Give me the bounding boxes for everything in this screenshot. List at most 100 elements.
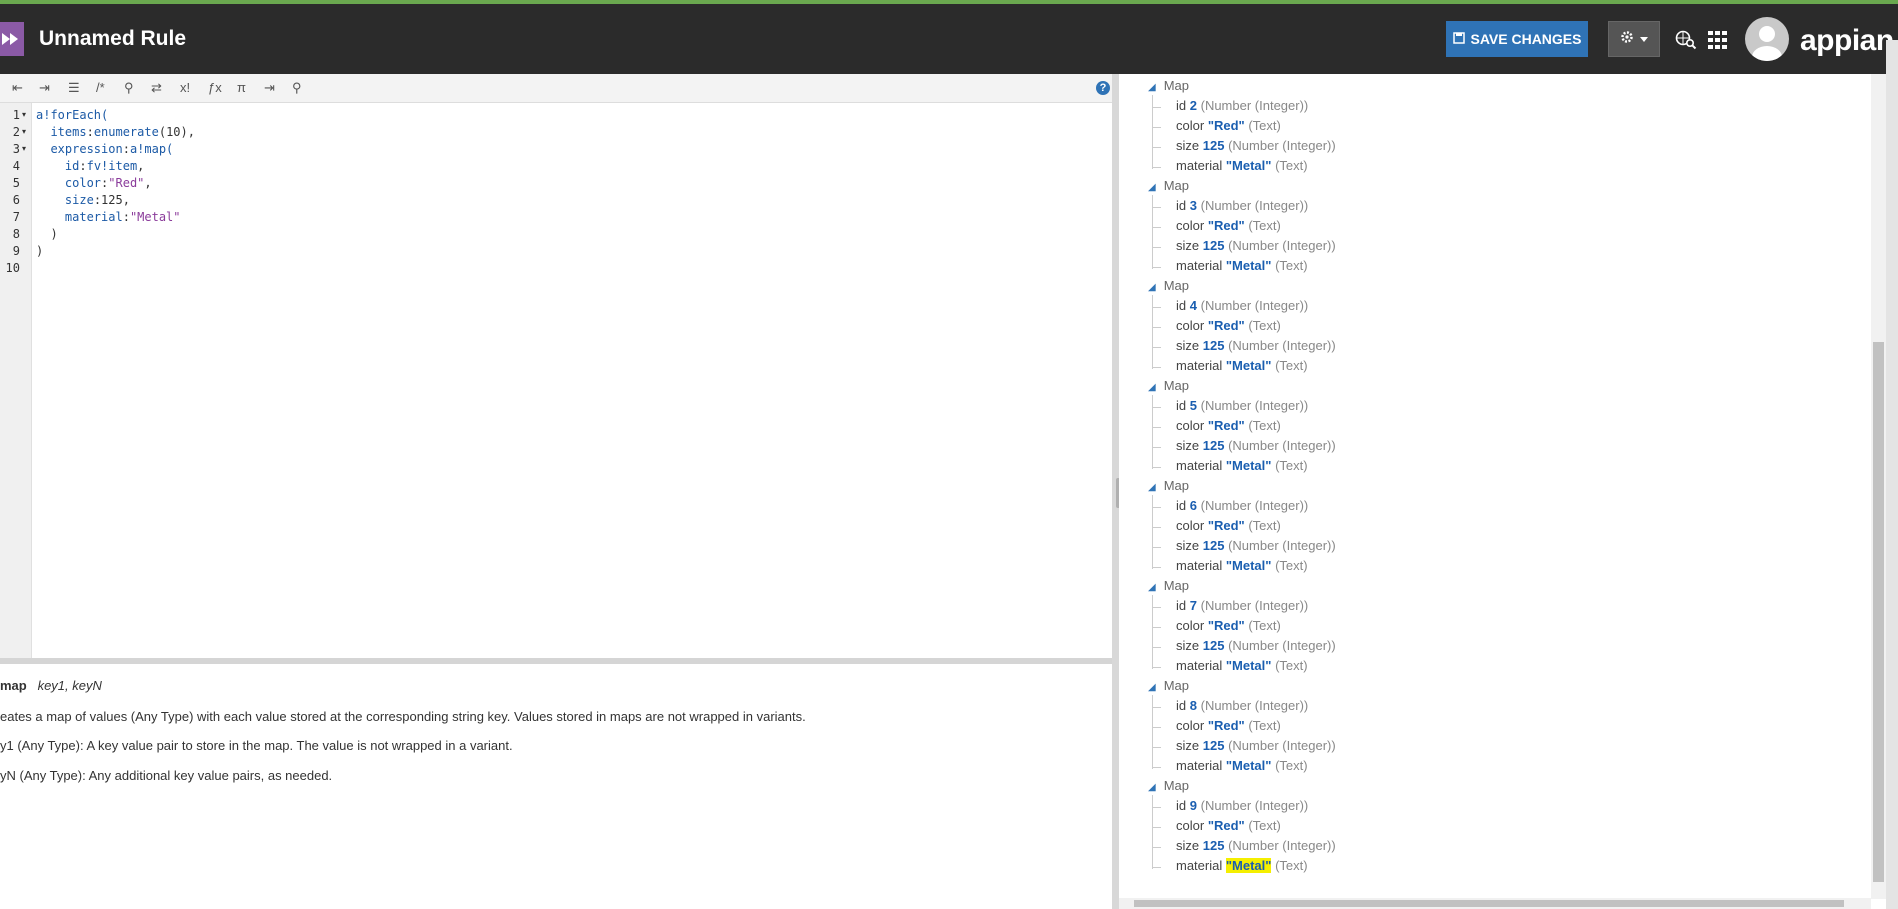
right-edge-panel bbox=[1886, 40, 1898, 909]
map-node[interactable]: ◢ Map bbox=[1148, 378, 1189, 393]
tree-branch-tick bbox=[1153, 867, 1161, 868]
tree-branch-tick bbox=[1153, 767, 1161, 768]
map-field-size: size 125 (Number (Integer)) bbox=[1176, 538, 1336, 553]
tree-branch-tick bbox=[1153, 847, 1161, 848]
field-value: 125 bbox=[1202, 138, 1225, 153]
indent-icon[interactable]: ⇥ bbox=[39, 80, 50, 96]
constant-pi-icon[interactable]: π bbox=[237, 80, 246, 95]
collapse-triangle-icon[interactable]: ◢ bbox=[1148, 82, 1156, 93]
function-icon[interactable]: ƒx bbox=[208, 80, 222, 95]
map-field-size: size 125 (Number (Integer)) bbox=[1176, 738, 1336, 753]
field-value: 125 bbox=[1202, 438, 1225, 453]
field-value: 125 bbox=[1202, 338, 1225, 353]
map-field-color: color "Red" (Text) bbox=[1176, 118, 1281, 133]
comment-icon[interactable]: /* bbox=[96, 80, 105, 95]
collapse-triangle-icon[interactable]: ◢ bbox=[1148, 482, 1156, 493]
user-avatar[interactable] bbox=[1745, 17, 1789, 61]
map-field-material: material "Metal" (Text) bbox=[1176, 158, 1308, 173]
field-type: (Number (Integer)) bbox=[1200, 98, 1309, 113]
line-number: 3 bbox=[12, 142, 20, 156]
tree-branch-tick bbox=[1153, 107, 1161, 108]
tree-branch-tick bbox=[1153, 627, 1161, 628]
field-key: size bbox=[1176, 138, 1200, 153]
line-number: 7 bbox=[12, 210, 20, 224]
field-type: (Text) bbox=[1248, 518, 1281, 533]
code-line-3: expression:a!map( bbox=[50, 142, 174, 156]
field-key: size bbox=[1176, 838, 1200, 853]
map-field-id: id 7 (Number (Integer)) bbox=[1176, 598, 1308, 613]
tree-branch-tick bbox=[1153, 707, 1161, 708]
map-field-material: material "Metal" (Text) bbox=[1176, 658, 1308, 673]
field-key: material bbox=[1176, 158, 1223, 173]
outdent-icon[interactable]: ⇤ bbox=[12, 80, 23, 96]
code-editor[interactable]: 1 ▾ 2 ▾ 3 ▾ 4 5 6 7 8 9 10 a!forEach( it… bbox=[0, 103, 1112, 658]
map-node[interactable]: ◢ Map bbox=[1148, 578, 1189, 593]
field-value: 9 bbox=[1189, 798, 1197, 813]
search-objects-icon[interactable] bbox=[1675, 30, 1697, 55]
results-vertical-scroll-thumb[interactable] bbox=[1873, 342, 1884, 882]
function-name: map bbox=[0, 678, 27, 693]
map-node[interactable]: ◢ Map bbox=[1148, 178, 1189, 193]
function-signature: map key1, keyN bbox=[0, 678, 102, 693]
settings-dropdown-button[interactable] bbox=[1608, 21, 1660, 57]
field-value: 125 bbox=[1202, 838, 1225, 853]
results-horizontal-scroll-thumb[interactable] bbox=[1134, 900, 1844, 907]
field-value: 4 bbox=[1189, 298, 1197, 313]
fold-toggle-icon[interactable]: ▾ bbox=[22, 144, 26, 153]
field-value: "Red" bbox=[1207, 418, 1245, 433]
search-icon[interactable]: ⚲ bbox=[124, 80, 134, 96]
field-type: (Number (Integer)) bbox=[1228, 438, 1336, 453]
map-field-id: id 2 (Number (Integer)) bbox=[1176, 98, 1308, 113]
collapse-triangle-icon[interactable]: ◢ bbox=[1148, 582, 1156, 593]
map-node[interactable]: ◢ Map bbox=[1148, 778, 1189, 793]
map-label: Map bbox=[1163, 578, 1189, 593]
save-changes-button[interactable]: SAVE CHANGES bbox=[1446, 21, 1588, 57]
collapse-triangle-icon[interactable]: ◢ bbox=[1148, 782, 1156, 793]
line-number: 2 bbox=[12, 125, 20, 139]
test-expression-icon[interactable]: x! bbox=[180, 80, 190, 95]
format-list-icon[interactable]: ☰ bbox=[68, 80, 80, 96]
field-key: size bbox=[1176, 438, 1200, 453]
field-key: material bbox=[1176, 758, 1223, 773]
fold-toggle-icon[interactable]: ▾ bbox=[22, 127, 26, 136]
tree-branch-tick bbox=[1153, 507, 1161, 508]
tree-branch-tick bbox=[1153, 567, 1161, 568]
map-label: Map bbox=[1163, 778, 1189, 793]
collapse-triangle-icon[interactable]: ◢ bbox=[1148, 182, 1156, 193]
app-grid-icon[interactable] bbox=[1708, 31, 1728, 54]
map-node[interactable]: ◢ Map bbox=[1148, 78, 1189, 93]
map-node[interactable]: ◢ Map bbox=[1148, 278, 1189, 293]
data-search-icon[interactable]: ⚲ bbox=[292, 80, 302, 96]
function-description: eates a map of values (Any Type) with ea… bbox=[0, 709, 806, 724]
fold-toggle-icon[interactable]: ▾ bbox=[22, 110, 26, 119]
code-line-5: color:"Red", bbox=[64, 176, 152, 190]
field-value: "Metal" bbox=[1225, 158, 1272, 173]
field-key: id bbox=[1176, 598, 1187, 613]
rule-title[interactable]: Unnamed Rule bbox=[39, 27, 186, 51]
line-number: 10 bbox=[5, 261, 20, 275]
map-field-size: size 125 (Number (Integer)) bbox=[1176, 638, 1336, 653]
collapse-triangle-icon[interactable]: ◢ bbox=[1148, 282, 1156, 293]
map-node[interactable]: ◢ Map bbox=[1148, 478, 1189, 493]
field-key: material bbox=[1176, 558, 1223, 573]
tree-branch-tick bbox=[1153, 327, 1161, 328]
tree-branch-tick bbox=[1153, 467, 1161, 468]
collapse-triangle-icon[interactable]: ◢ bbox=[1148, 382, 1156, 393]
field-key: material bbox=[1176, 858, 1223, 873]
function-params: key1, keyN bbox=[37, 678, 102, 693]
tree-branch-tick bbox=[1153, 207, 1161, 208]
field-key: material bbox=[1176, 658, 1223, 673]
field-key: color bbox=[1176, 418, 1205, 433]
map-field-id: id 6 (Number (Integer)) bbox=[1176, 498, 1308, 513]
export-icon[interactable]: ⇥ bbox=[264, 80, 275, 96]
field-value: 3 bbox=[1189, 198, 1197, 213]
map-label: Map bbox=[1163, 478, 1189, 493]
field-type: (Number (Integer)) bbox=[1228, 338, 1336, 353]
shuffle-icon[interactable]: ⇄ bbox=[151, 80, 162, 96]
help-icon[interactable]: ? bbox=[1096, 81, 1110, 95]
tree-branch-tick bbox=[1153, 607, 1161, 608]
field-value: "Red" bbox=[1207, 718, 1245, 733]
collapse-triangle-icon[interactable]: ◢ bbox=[1148, 682, 1156, 693]
code-line-7: material:"Metal" bbox=[64, 210, 181, 224]
map-node[interactable]: ◢ Map bbox=[1148, 678, 1189, 693]
